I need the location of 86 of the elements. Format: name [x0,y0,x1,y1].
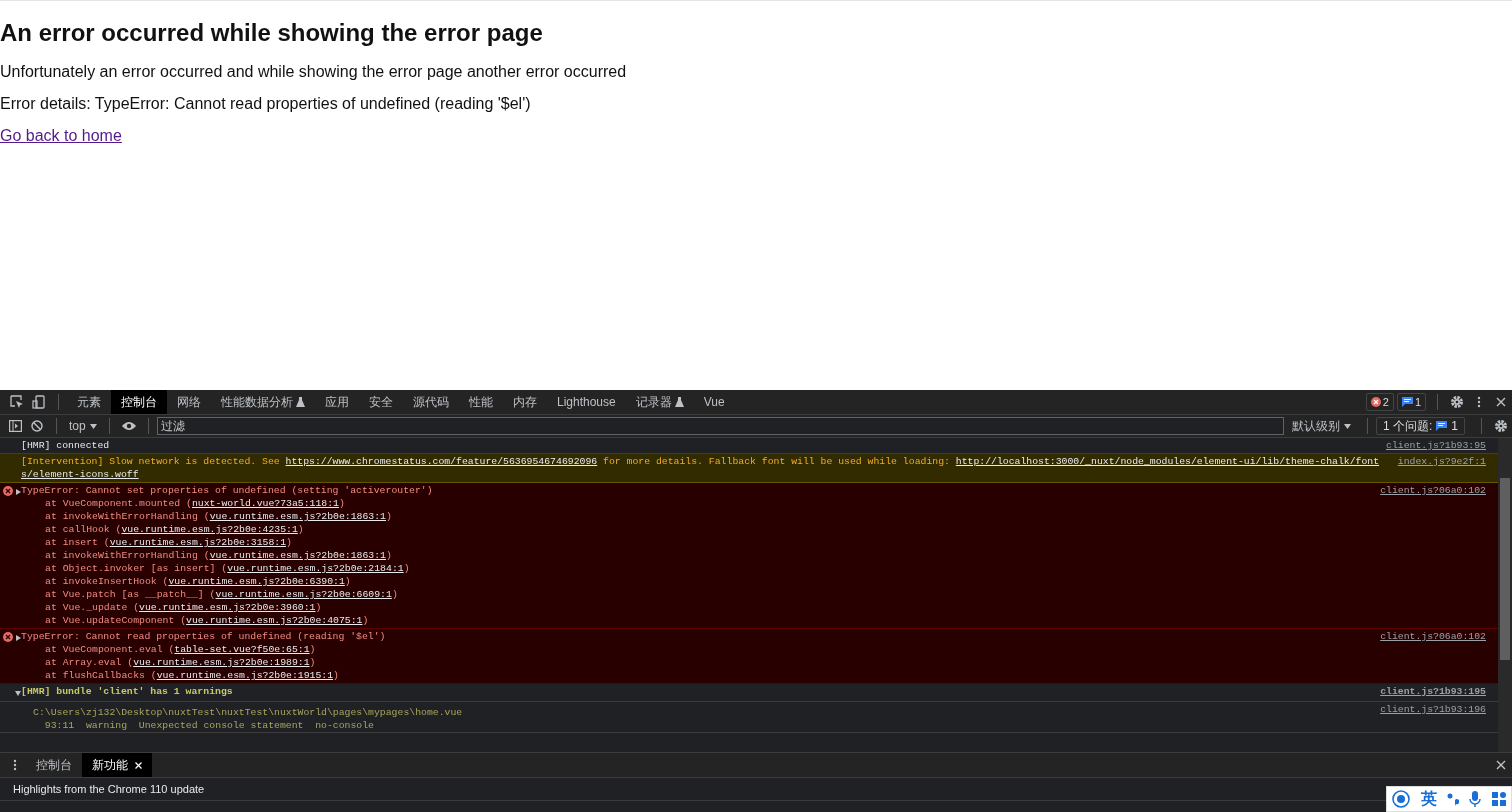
error-text: Unfortunately an error occurred and while showing the error page another error occurred [0,63,627,81]
devtools-tab[interactable]: 网络 [167,390,211,414]
source-link[interactable]: nuxt-world.vue?73a5:118:1 [192,498,339,509]
page-heading: An error occurred while showing the error page [0,19,544,47]
warning-detail-line: C:\Users\zj132\Desktop\nuxtTest\nuxtTest\nuxtWorld\pages\mypages\home.vue [33,706,464,719]
source-link[interactable]: vue.runtime.esm.js?2b0e:1915:1 [156,670,334,681]
source-link[interactable]: client.js?1b93:195 [1380,685,1486,698]
stack-trace-line: at invokeWithErrorHandling (vue.runtime.esm.js?2b0e:1863:1) [44,510,393,523]
stack-trace-line: at invokeWithErrorHandling (vue.runtime.esm.js?2b0e:1863:1) [44,549,393,562]
devtools-tab[interactable]: 应用 [315,390,359,414]
home-link[interactable]: Go back to home [0,127,122,144]
message-icon [1436,421,1448,431]
source-link[interactable]: client.js?1b93:196 [1380,703,1486,716]
source-link[interactable]: client.js?06a0:102 [1380,630,1486,643]
stack-trace-line: at Vue.updateComponent (vue.runtime.esm.js?2b0e:4075:1) [44,614,370,627]
source-link[interactable]: index.js?9e2f:1 [1397,455,1486,468]
devtools-tab[interactable]: 安全 [359,390,403,414]
caret-icon [1343,423,1351,429]
close-icon[interactable] [135,761,142,769]
microphone-icon[interactable] [1469,791,1482,807]
devtools-tab[interactable]: 内存 [503,390,547,414]
stack-trace-line: at Object.invoker [as insert] (vue.runtime.esm.js?2b0e:2184:1) [44,562,411,575]
source-link[interactable]: client.js?06a0:102 [1380,484,1486,497]
console-message: TypeError: Cannot read properties of undefined (reading '$el') [21,630,387,643]
error-icon [3,486,13,496]
expand-triangle-icon[interactable] [15,635,21,641]
message-count-badge[interactable]: 1 [1396,393,1426,411]
devtools-tab[interactable]: 元素 [67,390,111,414]
warning-detail-line: 93:11 warning Unexpected console statement no-console [43,719,375,732]
url-link[interactable]: s/element-icons.woff [21,469,139,480]
drawer-tab[interactable]: 新功能 [82,753,152,777]
console-message: [HMR] bundle 'client' has 1 warnings [21,685,234,698]
context-dropdown[interactable]: top [65,419,101,433]
error-count-badge[interactable]: 2 [1365,393,1394,411]
source-link[interactable]: vue.runtime.esm.js?2b0e:6390:1 [168,576,345,587]
caret-icon [89,423,97,429]
expand-triangle-icon[interactable] [15,690,21,696]
punctuation-icon[interactable] [1446,792,1459,806]
devtools-tab[interactable]: 源代码 [403,390,459,414]
devtools-tab[interactable]: 性能数据分析 [211,390,315,414]
message-icon [1401,397,1413,407]
stack-trace-line: at invokeInsertHook (vue.runtime.esm.js?2b0e:6390:1) [44,575,352,588]
console-message: TypeError: Cannot set properties of undefined (setting 'activerouter') [21,484,434,497]
grid-icon[interactable] [1491,792,1506,806]
devtools-tab[interactable]: 性能 [459,390,503,414]
stack-trace-line: at Array.eval (vue.runtime.esm.js?2b0e:1989:1) [44,656,317,669]
drawer-tab[interactable]: 控制台 [26,753,82,777]
devtools-tab[interactable]: Vue [693,390,735,414]
stack-trace-line: at Vue.patch [as __patch__] (vue.runtime.esm.js?2b0e:6609:1) [44,588,399,601]
stack-trace-line: at VueComponent.mounted (nuxt-world.vue?73a5:118:1) [44,497,346,510]
stack-trace-line: at callHook (vue.runtime.esm.js?2b0e:4235:1) [44,523,305,536]
flask-icon [674,397,684,407]
stack-trace-line: at insert (vue.runtime.esm.js?2b0e:3158:1) [44,536,293,549]
error-icon [1370,397,1381,407]
source-link[interactable]: vue.runtime.esm.js?2b0e:4235:1 [121,524,298,535]
source-link[interactable]: vue.runtime.esm.js?2b0e:1863:1 [209,511,386,522]
source-link[interactable]: vue.runtime.esm.js?2b0e:1863:1 [209,550,386,561]
stack-trace-line: at flushCallbacks (vue.runtime.esm.js?2b0e:1915:1) [44,669,340,682]
ime-language-toggle[interactable]: 英 [1420,788,1437,810]
devtools-tab[interactable]: Lighthouse [547,390,626,414]
ime-logo-icon[interactable] [1392,790,1411,808]
devtools-tab[interactable]: 控制台 [111,390,167,414]
flask-icon [296,397,305,407]
source-link[interactable]: vue.runtime.esm.js?2b0e:2184:1 [227,563,404,574]
console-message: [HMR] connected [21,439,111,452]
error-text: Error details: TypeError: Cannot read properties of undefined (reading '$el') [0,95,531,113]
source-link[interactable]: vue.runtime.esm.js?2b0e:3158:1 [109,537,287,548]
log-level-dropdown[interactable]: 默认级别 [1283,417,1359,435]
url-link[interactable]: https://www.chromestatus.com/feature/5636954674692096 [285,456,598,467]
error-icon [3,632,13,642]
stack-trace-line: at Vue._update (vue.runtime.esm.js?2b0e:3960:1) [44,601,323,614]
url-link[interactable]: http://localhost:3000/_nuxt/node_modules/element-ui/lib/theme-chalk/font [955,456,1380,467]
source-link[interactable]: vue.runtime.esm.js?2b0e:6609:1 [215,589,392,600]
expand-triangle-icon[interactable] [15,489,21,495]
stack-trace-line: at VueComponent.eval (table-set.vue?f50e:65:1) [44,643,317,656]
source-link[interactable]: vue.runtime.esm.js?2b0e:4075:1 [186,615,363,626]
devtools-tab[interactable]: 记录器 [625,390,694,414]
source-link[interactable]: vue.runtime.esm.js?2b0e:1989:1 [133,657,310,668]
source-link[interactable]: vue.runtime.esm.js?2b0e:3960:1 [139,602,316,613]
source-link[interactable]: client.js?1b93:95 [1386,439,1486,452]
source-link[interactable]: table-set.vue?f50e:65:1 [174,644,310,655]
scrollbar[interactable] [1498,438,1512,752]
whats-new-text: Highlights from the Chrome 110 update [13,783,205,795]
filter-field[interactable]: 过滤 [156,417,1284,435]
console-message: [Intervention] Slow network is detected. See https://www.chromestatus.com/feature/5636954674692096 for more details. Fallback font will be used while loading: http://localhost:3000/_nuxt/node_modules/element-ui/lib/theme-chalk/font [21,455,1381,468]
issues-button[interactable]: 1 个问题: 1 [1375,417,1465,435]
